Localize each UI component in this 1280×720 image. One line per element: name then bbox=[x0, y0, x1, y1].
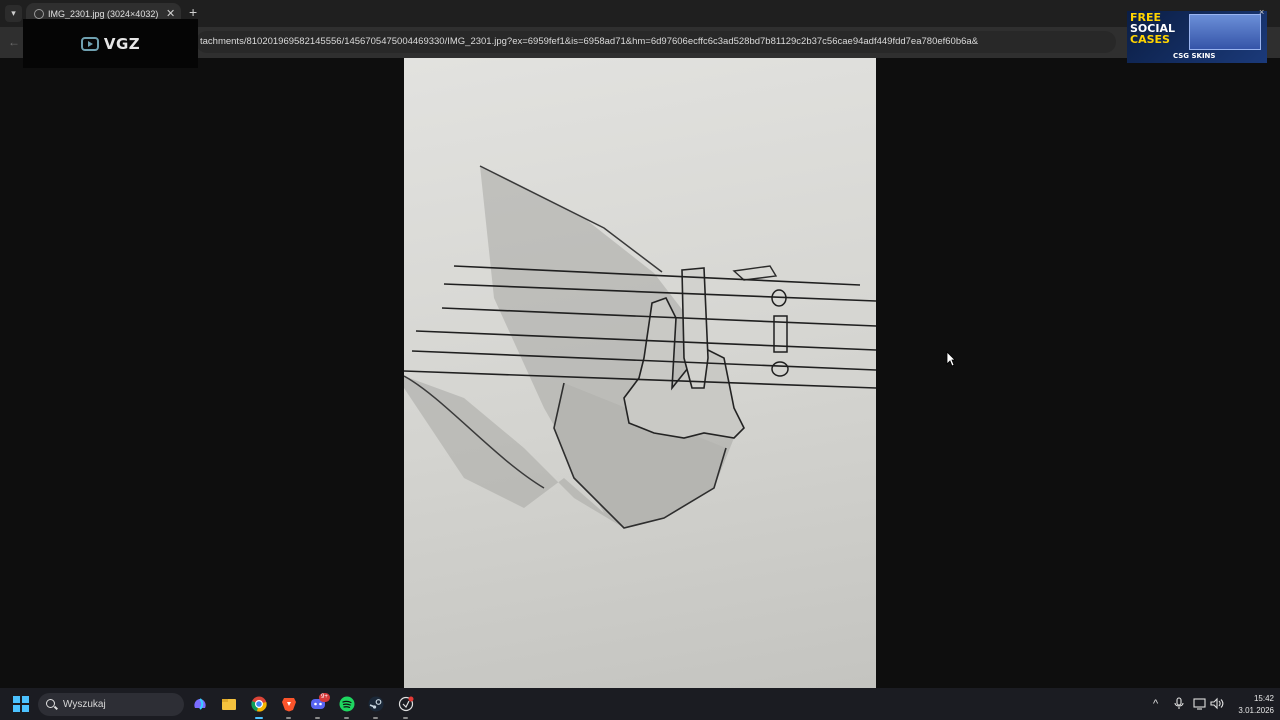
brave-icon[interactable] bbox=[281, 696, 297, 712]
url-text: tachments/810201969582145556/14567054750… bbox=[200, 36, 979, 47]
spotify-running-indicator bbox=[344, 717, 349, 719]
play-icon bbox=[80, 36, 99, 51]
search-placeholder: Wyszukaj bbox=[63, 699, 106, 710]
tray-chevron-up-icon[interactable]: ^ bbox=[1153, 698, 1158, 710]
tab-title: IMG_2301.jpg (3024×4032) bbox=[48, 9, 159, 19]
globe-icon bbox=[34, 9, 44, 19]
sketch-image bbox=[404, 58, 876, 688]
ad-close-icon[interactable]: × bbox=[1259, 7, 1264, 17]
clock[interactable]: 15:42 3.01.2026 bbox=[1224, 693, 1274, 717]
new-tab-icon[interactable]: + bbox=[189, 4, 197, 20]
ad-headline: FREE SOCIAL CASES bbox=[1130, 12, 1175, 45]
copilot-icon[interactable] bbox=[192, 696, 208, 712]
clock-time: 15:42 bbox=[1253, 694, 1274, 703]
discord-running-indicator bbox=[315, 717, 320, 719]
back-arrow-icon[interactable]: ← bbox=[8, 35, 20, 49]
microphone-icon[interactable] bbox=[1173, 697, 1185, 710]
brave-running-indicator bbox=[286, 717, 291, 719]
mouse-cursor-icon bbox=[946, 351, 956, 367]
app-icon[interactable] bbox=[398, 696, 414, 712]
address-bar[interactable]: tachments/810201969582145556/14567054750… bbox=[196, 31, 1116, 53]
taskbar-search[interactable]: Wyszukaj bbox=[38, 693, 184, 716]
steam-running-indicator bbox=[373, 717, 378, 719]
discord-badge: 9+ bbox=[319, 693, 330, 702]
clock-date: 3.01.2026 bbox=[1238, 706, 1274, 715]
chrome-active-indicator bbox=[255, 717, 263, 719]
csgo-skins-ad[interactable]: FREE SOCIAL CASES CSG SKINS bbox=[1127, 11, 1267, 63]
network-icon[interactable] bbox=[1193, 697, 1207, 710]
hand-on-strings-sketch bbox=[404, 165, 876, 529]
steam-icon[interactable] bbox=[368, 696, 384, 712]
spotify-icon[interactable] bbox=[339, 696, 355, 712]
ad-brand: CSG SKINS bbox=[1173, 52, 1216, 60]
ad-line-3: CASES bbox=[1130, 33, 1170, 46]
case-box-icon bbox=[1189, 14, 1261, 50]
vgz-logo-overlay: VGZ bbox=[23, 19, 198, 68]
app-running-indicator bbox=[403, 717, 408, 719]
vgz-logo-text: VGZ bbox=[103, 34, 141, 53]
search-icon bbox=[46, 699, 55, 708]
file-explorer-icon[interactable] bbox=[221, 696, 237, 712]
windows-start-icon[interactable] bbox=[13, 696, 29, 712]
tab-search-chevron-icon[interactable]: ▾ bbox=[5, 5, 22, 22]
chrome-icon[interactable] bbox=[251, 696, 267, 712]
volume-icon[interactable] bbox=[1210, 697, 1224, 710]
